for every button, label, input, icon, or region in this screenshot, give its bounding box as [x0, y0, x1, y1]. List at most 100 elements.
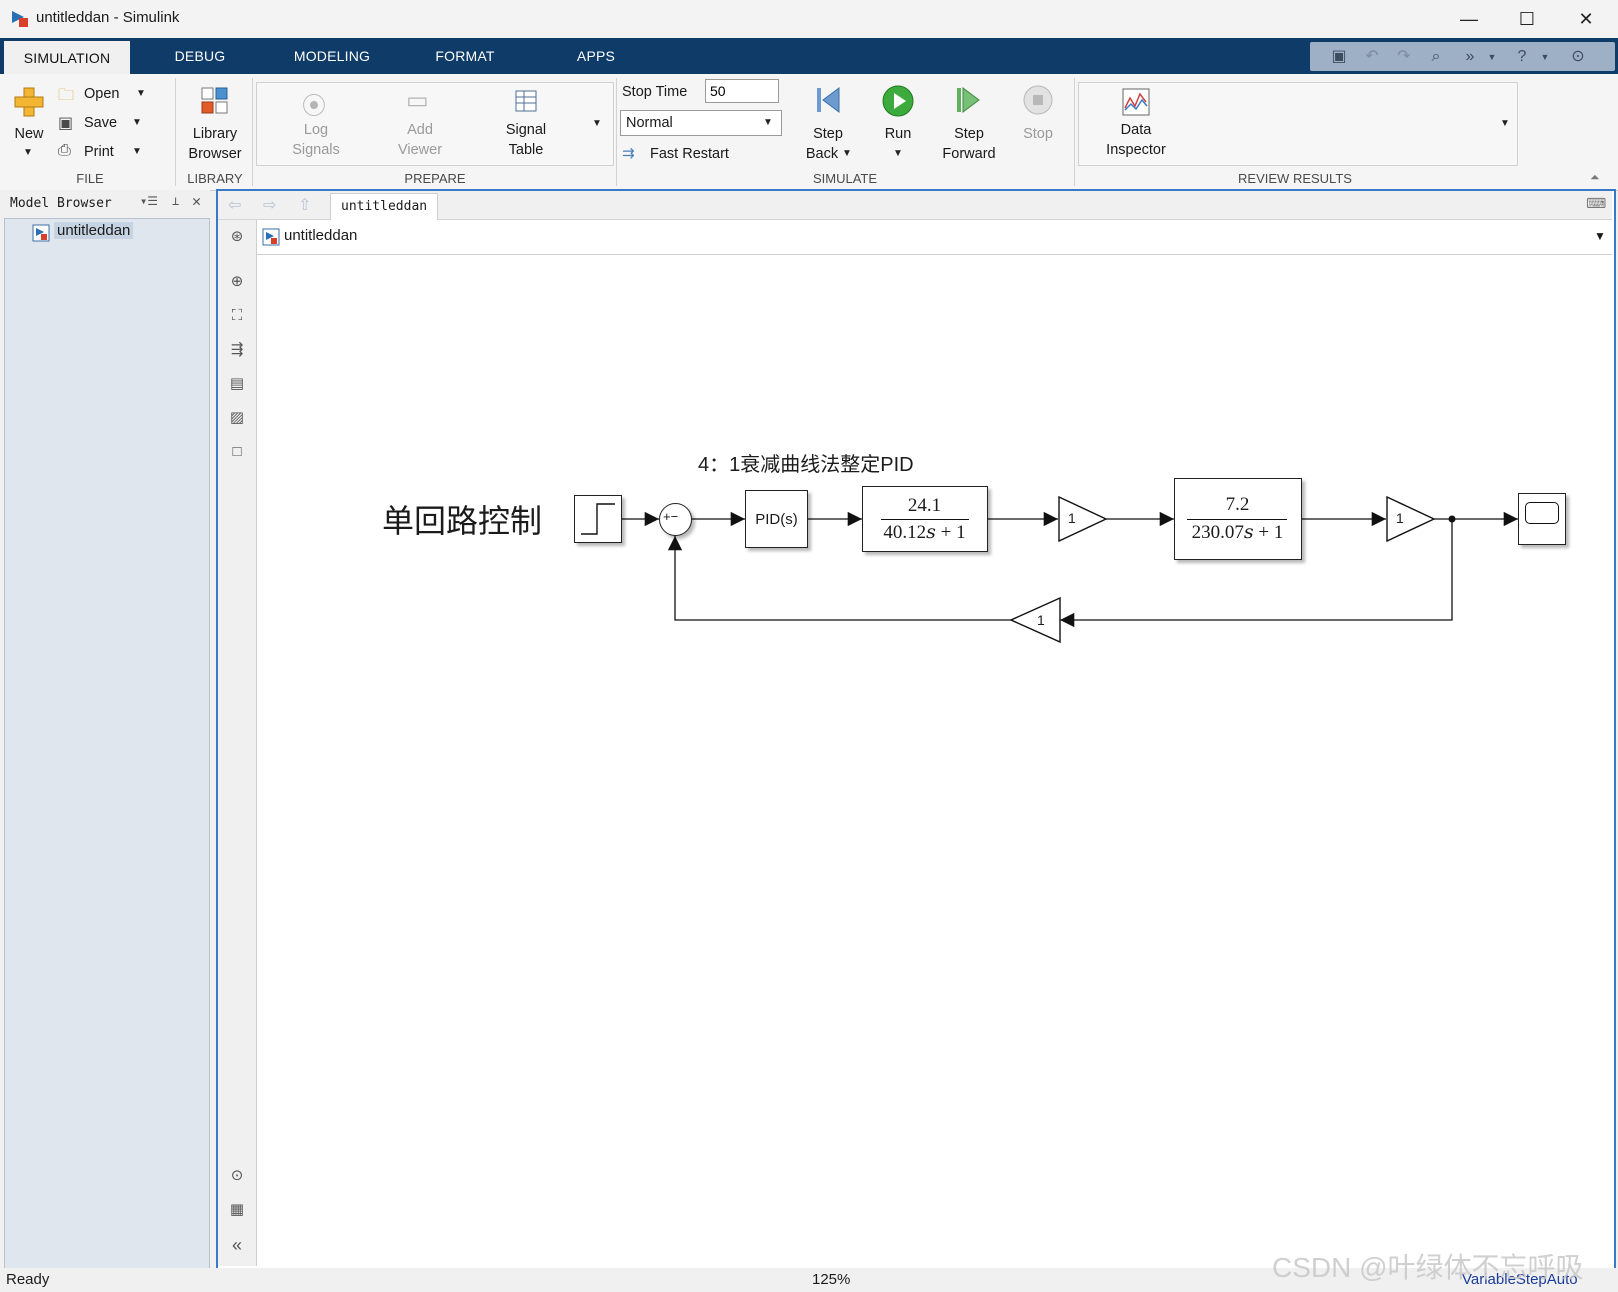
gain-1-value: 1: [1068, 510, 1076, 526]
keyboard-icon[interactable]: ⌨: [1586, 195, 1606, 212]
search-icon[interactable]: ⌕: [1425, 46, 1447, 68]
chevron-down-icon: ▼: [23, 147, 33, 158]
annotation-title[interactable]: 4：1衰减曲线法整定PID: [698, 448, 914, 477]
tf2-denominator: 230.07𝑠 + 1: [1191, 522, 1284, 543]
gallery-expand-icon[interactable]: ▼: [1500, 118, 1510, 129]
log-signals-button[interactable]: ⦿ Log Signals: [280, 86, 352, 162]
floppy-icon: ▣: [58, 115, 74, 132]
stop-button[interactable]: Stop: [1010, 84, 1066, 164]
gain-block-2[interactable]: [1384, 494, 1438, 546]
library-browser-button[interactable]: Library Browser: [182, 84, 248, 164]
tab-modeling[interactable]: MODELING: [282, 38, 382, 74]
minimize-button[interactable]: —: [1440, 0, 1498, 38]
back-arrow-icon[interactable]: ⇦: [228, 195, 241, 215]
model-icon: [262, 228, 280, 246]
gain-block-1[interactable]: [1056, 494, 1110, 546]
area-icon[interactable]: □: [226, 441, 248, 463]
browser-menu-icon[interactable]: ▾☰: [140, 194, 158, 208]
chevron-down-icon: ▼: [132, 146, 142, 157]
annotation-side[interactable]: 单回路控制: [382, 496, 542, 542]
data-inspector-label-1: Data: [1120, 122, 1152, 138]
fast-restart-toggle[interactable]: ⇉ Fast Restart: [622, 144, 752, 166]
zoom-icon[interactable]: ⊕: [226, 271, 248, 293]
chevron-down-icon[interactable]: ▼: [1481, 46, 1503, 68]
model-data-icon[interactable]: ▦: [226, 1199, 248, 1221]
help-icon[interactable]: ?: [1511, 46, 1533, 68]
folder-icon: 🗀: [58, 87, 75, 104]
close-button[interactable]: ✕: [1557, 0, 1615, 38]
signal-table-label-1: Signal: [505, 122, 547, 138]
data-inspector-button[interactable]: Data Inspector: [1100, 86, 1172, 162]
model-canvas[interactable]: [257, 255, 1612, 1266]
add-viewer-label-2: Viewer: [397, 142, 443, 158]
step-back-button[interactable]: Step Back ▼: [798, 84, 858, 164]
library-browser-label-1: Library: [192, 126, 238, 142]
step-icon: [581, 503, 615, 535]
feedback-gain-value: 1: [1037, 612, 1045, 628]
breadcrumb-dropdown-icon[interactable]: ▼: [1594, 229, 1606, 243]
simulink-logo-icon: [12, 11, 28, 27]
tf1-numerator: 24.1: [907, 495, 942, 516]
tab-debug[interactable]: DEBUG: [150, 38, 250, 74]
signal-table-button[interactable]: Signal Table: [490, 86, 562, 162]
collapse-ribbon-icon[interactable]: ⏶: [1590, 170, 1600, 185]
model-browser-header: Model Browser ▾☰ ⊥ ✕: [0, 190, 210, 218]
chevron-down-icon: ▼: [136, 88, 146, 99]
scope-screen-icon: [1525, 502, 1559, 524]
scope-block[interactable]: [1518, 493, 1566, 545]
collapse-palette-icon[interactable]: «: [226, 1234, 248, 1256]
breadcrumb-item[interactable]: untitleddan: [284, 227, 357, 244]
add-viewer-button[interactable]: ▭ Add Viewer: [384, 86, 456, 162]
shortcut-icon[interactable]: »: [1459, 46, 1481, 68]
gallery-expand-icon[interactable]: ▼: [592, 118, 602, 129]
fast-restart-icon: ⇉: [622, 145, 635, 162]
forward-arrow-icon[interactable]: ⇨: [263, 195, 276, 215]
pin-icon[interactable]: ⊥: [172, 194, 179, 208]
viewer-icon: ▭: [406, 87, 429, 114]
run-button[interactable]: Run ▼: [870, 84, 926, 164]
hide-show-icon[interactable]: ⊛: [226, 226, 248, 248]
step-forward-button[interactable]: Step Forward: [936, 84, 1002, 164]
transfer-fcn-block-1[interactable]: 24.1 40.12𝑠 + 1: [862, 486, 988, 552]
stop-time-input[interactable]: [705, 79, 779, 103]
up-arrow-icon[interactable]: ⇧: [298, 195, 311, 215]
model-browser-panel: [4, 218, 210, 1270]
fit-to-view-icon[interactable]: ⛶: [226, 305, 248, 327]
step-block[interactable]: [574, 495, 622, 543]
tab-format[interactable]: FORMAT: [415, 38, 515, 74]
image-icon[interactable]: ▨: [226, 407, 248, 429]
simulation-mode-select[interactable]: Normal ▼: [620, 110, 782, 136]
maximize-button[interactable]: ☐: [1498, 0, 1556, 38]
new-label: New: [14, 126, 44, 142]
editor-tab[interactable]: untitleddan: [330, 193, 439, 220]
transfer-fcn-block-2[interactable]: 7.2 230.07𝑠 + 1: [1174, 478, 1302, 560]
sum-block[interactable]: +−: [659, 503, 692, 536]
step-forward-label-1: Step: [954, 126, 984, 142]
redo-icon[interactable]: ↷: [1393, 46, 1415, 68]
chevron-down-icon: ▼: [763, 117, 773, 128]
save-button[interactable]: ▣ Save ▼: [56, 113, 152, 137]
close-icon[interactable]: ✕: [192, 192, 201, 210]
gain-2-value: 1: [1396, 510, 1404, 526]
tab-simulation[interactable]: SIMULATION: [4, 41, 130, 74]
data-inspector-label-2: Inspector: [1106, 142, 1166, 158]
undo-icon[interactable]: ↶: [1361, 46, 1383, 68]
status-text: Ready: [6, 1271, 50, 1288]
sum-signs: +−: [663, 509, 679, 524]
model-tree-item-label: untitleddan: [54, 222, 134, 239]
print-button[interactable]: ⎙ Print ▼: [56, 142, 152, 166]
annotation-icon[interactable]: ▤: [226, 373, 248, 395]
save-icon[interactable]: ▣: [1328, 46, 1350, 68]
camera-icon[interactable]: ⊙: [226, 1165, 248, 1187]
data-inspector-icon: [1122, 88, 1150, 116]
pid-block[interactable]: PID(s): [745, 490, 808, 548]
arrange-icon[interactable]: ⇶: [226, 339, 248, 361]
new-button[interactable]: New ▼: [6, 84, 52, 164]
chevron-down-icon[interactable]: ▼: [1534, 46, 1556, 68]
save-label: Save: [84, 115, 118, 131]
library-browser-label-2: Browser: [188, 146, 242, 162]
feedback-gain-block[interactable]: [1008, 595, 1064, 647]
collapse-toolstrip-icon[interactable]: ⊙: [1567, 46, 1589, 68]
open-button[interactable]: 🗀 Open ▼: [56, 84, 152, 108]
tab-apps[interactable]: APPS: [546, 38, 646, 74]
